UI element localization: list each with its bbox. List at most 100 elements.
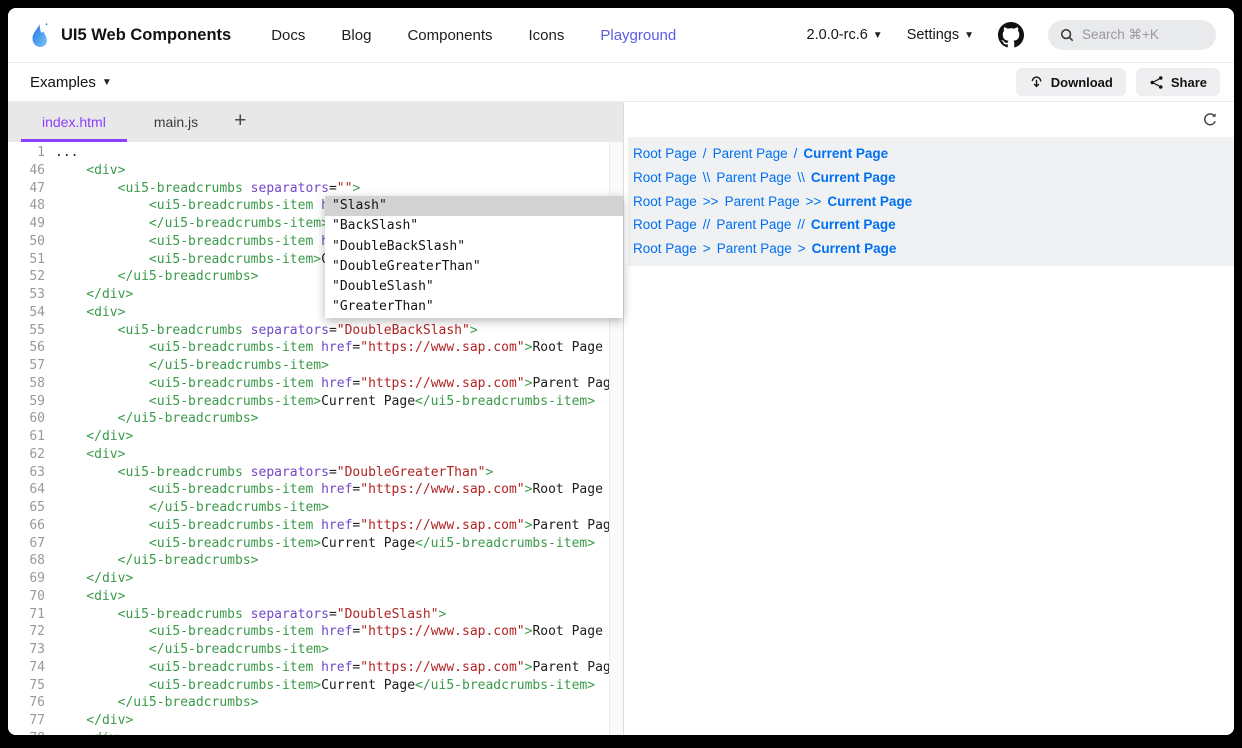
code-text: <ui5-breadcrumbs-item>Current Page</ui5-… (55, 535, 595, 553)
nav-link-icons[interactable]: Icons (529, 27, 565, 44)
breadcrumb-row: Root Page\\Parent Page\\Current Page (633, 166, 1226, 190)
app-window: UI5 Web Components Docs Blog Components Ico… (8, 8, 1234, 735)
line-number: 56 (8, 339, 55, 357)
examples-dropdown[interactable]: Examples ▼ (30, 74, 112, 91)
code-line: 73 </ui5-breadcrumbs-item> (8, 641, 610, 659)
nav-link-playground[interactable]: Playground (600, 27, 676, 44)
line-number: 49 (8, 215, 55, 233)
code-text: </ui5-breadcrumbs> (55, 694, 259, 712)
breadcrumb-link[interactable]: Root Page (633, 241, 697, 256)
preview-pane: Root Page/Parent Page/Current PageRoot P… (624, 102, 1234, 735)
code-text: <ui5-breadcrumbs separators="DoubleGreat… (55, 464, 493, 482)
line-number: 68 (8, 552, 55, 570)
search-placeholder: Search ⌘+K (1082, 27, 1159, 43)
line-number: 48 (8, 197, 55, 215)
refresh-icon[interactable] (1202, 112, 1218, 128)
code-line: 58 <ui5-breadcrumbs-item href="https://w… (8, 375, 610, 393)
code-text: <div> (55, 588, 125, 606)
code-text: <ui5-breadcrumbs separators="DoubleBackS… (55, 322, 478, 340)
autocomplete-option[interactable]: "Slash" (325, 196, 623, 216)
breadcrumb-link[interactable]: Root Page (633, 146, 697, 161)
breadcrumb-separator: / (703, 146, 707, 161)
code-text: </div> (55, 712, 133, 730)
tab-main.js[interactable]: main.js (130, 102, 222, 142)
code-line: 68 </ui5-breadcrumbs> (8, 552, 610, 570)
line-number: 60 (8, 410, 55, 428)
share-button[interactable]: Share (1136, 68, 1220, 96)
line-number: 52 (8, 268, 55, 286)
code-line: 60 </ui5-breadcrumbs> (8, 410, 610, 428)
code-line: 46 <div> (8, 162, 610, 180)
code-text: </div> (55, 428, 133, 446)
nav-link-docs[interactable]: Docs (271, 27, 305, 44)
breadcrumb-current: Current Page (827, 194, 912, 209)
code-line: 63 <ui5-breadcrumbs separators="DoubleGr… (8, 464, 610, 482)
share-label: Share (1171, 75, 1207, 90)
download-button[interactable]: Download (1016, 68, 1126, 96)
code-text: <ui5-breadcrumbs-item href="https://www.… (55, 375, 610, 393)
code-line: 76 </ui5-breadcrumbs> (8, 694, 610, 712)
code-text: <ui5-breadcrumbs-item href="https://www.… (55, 659, 610, 677)
line-number: 58 (8, 375, 55, 393)
autocomplete-option[interactable]: "BackSlash" (325, 216, 623, 236)
autocomplete-option[interactable]: "DoubleSlash" (325, 277, 623, 297)
line-number: 77 (8, 712, 55, 730)
autocomplete-option[interactable]: "GreaterThan" (325, 297, 623, 317)
line-number: 47 (8, 180, 55, 198)
code-line: 72 <ui5-breadcrumbs-item href="https://w… (8, 623, 610, 641)
nav-link-components[interactable]: Components (407, 27, 492, 44)
breadcrumb-separator: / (794, 146, 798, 161)
line-number: 72 (8, 623, 55, 641)
subheader: Examples ▼ Download Share (8, 63, 1234, 102)
add-tab-button[interactable]: + (222, 102, 258, 142)
breadcrumb-link[interactable]: Root Page (633, 217, 697, 232)
line-number: 61 (8, 428, 55, 446)
breadcrumb-link[interactable]: Parent Page (716, 217, 791, 232)
code-line: 67 <ui5-breadcrumbs-item>Current Page</u… (8, 535, 610, 553)
breadcrumb-separator: >> (703, 194, 719, 209)
code-line: 71 <ui5-breadcrumbs separators="DoubleSl… (8, 606, 610, 624)
code-text: <ui5-breadcrumbs-item href="https://www.… (55, 339, 603, 357)
breadcrumb-link[interactable]: Parent Page (716, 170, 791, 185)
line-number: 62 (8, 446, 55, 464)
version-label: 2.0.0-rc.6 (807, 27, 868, 43)
breadcrumb-link[interactable]: Parent Page (717, 241, 792, 256)
chevron-down-icon: ▼ (873, 30, 883, 41)
code-line: 1... (8, 144, 610, 162)
search-icon (1060, 28, 1074, 42)
code-line: 62 <div> (8, 446, 610, 464)
share-icon (1149, 75, 1164, 90)
code-text: </ui5-breadcrumbs> (55, 268, 259, 286)
breadcrumb-link[interactable]: Parent Page (725, 194, 800, 209)
preview-toolbar (624, 102, 1234, 137)
line-number: 73 (8, 641, 55, 659)
tab-index.html[interactable]: index.html (18, 102, 130, 142)
editor-tabbar: index.htmlmain.js+ (8, 102, 623, 142)
code-text: <ui5-breadcrumbs-item href="https://www.… (55, 481, 603, 499)
breadcrumb-link[interactable]: Parent Page (713, 146, 788, 161)
breadcrumb-link[interactable]: Root Page (633, 170, 697, 185)
nav-link-blog[interactable]: Blog (341, 27, 371, 44)
line-number: 69 (8, 570, 55, 588)
chevron-down-icon: ▼ (964, 30, 974, 41)
settings-dropdown[interactable]: Settings ▼ (907, 27, 974, 43)
search-input[interactable]: Search ⌘+K (1048, 20, 1216, 50)
line-number: 54 (8, 304, 55, 322)
autocomplete-option[interactable]: "DoubleBackSlash" (325, 237, 623, 257)
line-number: 55 (8, 322, 55, 340)
autocomplete-option[interactable]: "DoubleGreaterThan" (325, 257, 623, 277)
main-nav: Docs Blog Components Icons Playground (271, 27, 676, 44)
brand[interactable]: UI5 Web Components (28, 22, 231, 49)
github-icon[interactable] (998, 22, 1024, 48)
breadcrumb-row: Root Page>Parent Page>Current Page (633, 237, 1226, 261)
breadcrumb-separator: > (703, 241, 711, 256)
top-header: UI5 Web Components Docs Blog Components Ico… (8, 8, 1234, 63)
breadcrumb-current: Current Page (812, 241, 897, 256)
version-dropdown[interactable]: 2.0.0-rc.6 ▼ (807, 27, 883, 43)
breadcrumb-row: Root Page//Parent Page//Current Page (633, 213, 1226, 237)
line-number: 66 (8, 517, 55, 535)
code-line: 70 <div> (8, 588, 610, 606)
breadcrumb-row: Root Page/Parent Page/Current Page (633, 142, 1226, 166)
breadcrumb-link[interactable]: Root Page (633, 194, 697, 209)
breadcrumb-separator: // (703, 217, 711, 232)
